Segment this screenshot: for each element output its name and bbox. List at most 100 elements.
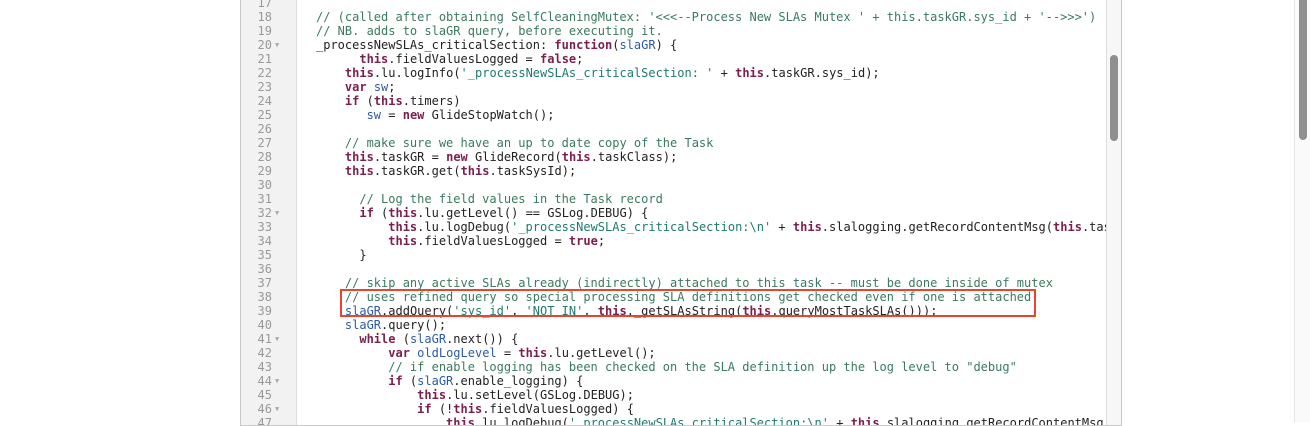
line-number: 26 (257, 122, 272, 136)
code-token: . (388, 52, 396, 66)
code-line[interactable]: 28 this.taskGR = new GlideRecord(this.ta… (241, 150, 1106, 164)
code-token: lu (381, 66, 396, 80)
fold-arrow-icon[interactable]: ▼ (275, 206, 279, 220)
code-keyword: this (850, 416, 880, 426)
code-line[interactable]: 20 ▼ _processNewSLAs_criticalSection: func… (241, 38, 1106, 52)
code-line[interactable]: 46 ▼ if (!this.fieldValuesLogged) { (241, 402, 1106, 416)
highlight-annotation-box (340, 289, 1036, 317)
code-token: . (373, 164, 382, 178)
code-line-text: } (316, 248, 367, 262)
code-token: taskSysId (496, 164, 562, 178)
code-line[interactable]: 35 } (241, 248, 1106, 262)
code-token: = (518, 52, 541, 66)
line-number: 37 (257, 276, 272, 290)
code-line[interactable]: 17 (241, 0, 1106, 10)
code-line[interactable]: 30 (241, 178, 1106, 192)
code-token: . (467, 388, 475, 402)
line-number: 41 (257, 332, 272, 346)
code-editor[interactable]: 17 18 // (called after obtaining SelfClean… (240, 0, 1122, 426)
code-variable: sw (366, 108, 382, 122)
code-token: (! (431, 402, 454, 416)
code-token: next (453, 332, 483, 346)
code-keyword: new (446, 150, 468, 164)
code-string: '_processNewSLAs_criticalSection:\n' (511, 220, 772, 234)
editor-scrollbar[interactable] (1106, 0, 1121, 425)
code-line-text: _processNewSLAs_criticalSection: functio… (316, 38, 677, 52)
code-token: taskGR (381, 150, 425, 164)
code-token: ( (453, 66, 461, 80)
code-comment: // NB. adds to slaGR query, before execu… (316, 24, 663, 38)
code-token: slalogging (886, 416, 960, 426)
code-token: ( (373, 206, 389, 220)
code-keyword: if (417, 402, 432, 416)
code-token: ()) { (482, 332, 519, 346)
code-token: slalogging (829, 220, 902, 234)
fold-arrow-icon[interactable]: ▼ (275, 332, 279, 346)
code-token: . (496, 416, 504, 426)
code-keyword: var (388, 346, 410, 360)
code-line[interactable]: 40 slaGR.query(); (241, 318, 1106, 332)
code-line[interactable]: 47 this.lu.logDebug('_processNewSLAs_cri… (241, 416, 1121, 426)
code-keyword: this (388, 220, 418, 234)
code-line[interactable]: 21 this.fieldValuesLogged = false; (241, 52, 1106, 66)
line-number: 39 (257, 304, 272, 318)
page-scrollbar[interactable] (1294, 0, 1310, 422)
code-line-text: var sw; (316, 80, 396, 94)
code-keyword: var (344, 80, 367, 94)
fold-arrow-icon[interactable]: ▼ (275, 402, 279, 416)
code-line[interactable]: 25 sw = new GlideStopWatch(); (241, 108, 1106, 122)
code-line[interactable]: 42 var oldLogLevel = this.lu.getLevel(); (241, 346, 1106, 360)
code-line[interactable]: 44 ▼ if (slaGR.enable_logging) { (241, 374, 1106, 388)
code-line[interactable]: 33 this.lu.logDebug('_processNewSLAs_cri… (241, 220, 1121, 234)
editor-scrollbar-thumb[interactable] (1110, 55, 1118, 141)
code-token: GlideRecord (475, 150, 555, 164)
code-token: } (316, 248, 367, 262)
code-keyword: this (735, 66, 765, 80)
code-token: () == (503, 206, 548, 220)
code-variable: slaGR (344, 318, 382, 332)
code-keyword: this (792, 220, 822, 234)
code-line-text: if (this.timers) (316, 94, 461, 108)
code-line[interactable]: 37 // skip any active SLAs already (indi… (241, 276, 1106, 290)
line-number: 29 (257, 164, 272, 178)
code-keyword: false (540, 52, 577, 66)
line-number: 36 (257, 262, 272, 276)
code-token: = (547, 234, 569, 248)
fold-arrow-icon[interactable]: ▼ (275, 374, 279, 388)
code-line[interactable]: 18 // (called after obtaining SelfCleanin… (241, 10, 1106, 24)
code-token: . (590, 150, 598, 164)
fold-arrow-icon[interactable]: ▼ (275, 38, 279, 52)
code-line[interactable]: 36 (241, 262, 1106, 276)
code-line-text: // Log the field values in the Task reco… (316, 192, 662, 206)
line-number: 27 (257, 136, 272, 150)
code-line[interactable]: 34 this.fieldValuesLogged = true; (241, 234, 1106, 248)
code-token: enable_logging (460, 374, 562, 388)
code-line[interactable]: 24 if (this.timers) (241, 94, 1106, 108)
code-lines[interactable]: 17 18 // (called after obtaining SelfClean… (241, 0, 1121, 426)
code-line[interactable]: 26 (241, 122, 1106, 136)
line-number: 45 (257, 388, 272, 402)
code-line[interactable]: 22 this.lu.logInfo('_processNewSLAs_crit… (241, 66, 1106, 80)
code-line[interactable]: 32 ▼ if (this.lu.getLevel() == GSLog.DEBU… (241, 206, 1106, 220)
code-token: . (489, 164, 497, 178)
code-token: getLevel (446, 206, 504, 220)
code-token: logDebug (446, 220, 504, 234)
code-line[interactable]: 19 // NB. adds to slaGR query, before exe… (241, 24, 1106, 38)
code-line[interactable]: 27 // make sure we have an up to date co… (241, 136, 1106, 150)
page-scrollbar-thumb[interactable] (1299, 0, 1307, 140)
code-line[interactable]: 23 var sw; (241, 80, 1106, 94)
code-line[interactable]: 31 // Log the field values in the Task r… (241, 192, 1106, 206)
code-line[interactable]: 43 // if enable logging has been checked… (241, 360, 1106, 374)
code-keyword: this (388, 206, 418, 220)
code-line[interactable]: 45 this.lu.setLevel(GSLog.DEBUG); (241, 388, 1106, 402)
code-line[interactable]: 29 this.taskGR.get(this.taskSysId); (241, 164, 1106, 178)
code-line[interactable]: 41 ▼ while (slaGR.next()) { (241, 332, 1106, 346)
code-line-text: this.fieldValuesLogged = true; (316, 234, 605, 248)
line-number: 28 (257, 150, 272, 164)
